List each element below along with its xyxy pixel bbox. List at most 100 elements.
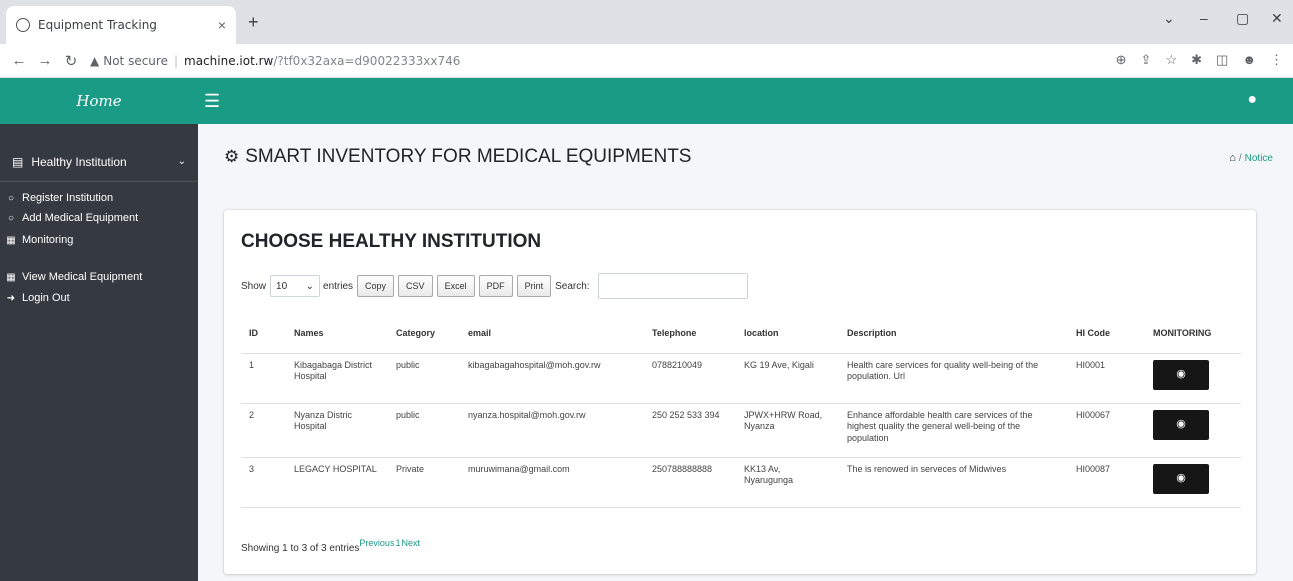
column-header-location[interactable]: location [736, 313, 839, 354]
sidebar-item-label: Monitoring [22, 234, 74, 246]
page-title: ⚙ SMART INVENTORY FOR MEDICAL EQUIPMENTS [224, 146, 691, 168]
cell-id: 1 [241, 353, 286, 404]
chevron-down-icon: ⌄ [177, 156, 186, 167]
minimize-button[interactable]: – [1200, 10, 1208, 26]
sidebar: ▤ Healthy Institution ⌄ ○ Register Insti… [0, 124, 198, 581]
excel-button[interactable]: Excel [436, 275, 475, 297]
share-icon[interactable]: ⇪ [1141, 52, 1152, 68]
user-icon[interactable]: ● [1247, 91, 1257, 109]
tab-close-button[interactable]: × [218, 17, 226, 33]
page-length-select[interactable]: 10 ⌄ [270, 275, 321, 297]
cell-id: 3 [241, 457, 286, 508]
search-input[interactable] [597, 273, 748, 299]
reload-icon[interactable]: ↻ [58, 52, 84, 70]
circle-icon: ○ [7, 212, 15, 224]
zoom-icon[interactable]: ⊕ [1116, 52, 1127, 68]
institution-table: ID Names Category email Telephone locati… [241, 313, 1241, 508]
copy-button[interactable]: Copy [357, 275, 395, 297]
cell-description: Enhance affordable health care services … [839, 403, 1068, 458]
close-window-button[interactable]: ✕ [1271, 10, 1283, 27]
column-header-monitoring[interactable]: MONITORING [1145, 313, 1241, 354]
cell-category: public [388, 353, 460, 404]
monitoring-button[interactable]: ◉ [1153, 409, 1209, 440]
table-info: Showing 1 to 3 of 3 entries [241, 543, 360, 554]
cell-name: Kibagabaga District Hospital [286, 353, 388, 404]
home-icon[interactable]: ⌂ [1229, 152, 1236, 164]
menu-icon[interactable]: ⋮ [1270, 52, 1283, 68]
column-header-description[interactable]: Description [839, 313, 1068, 354]
table-header-row: ID Names Category email Telephone locati… [241, 313, 1241, 354]
dashboard-icon: ◉ [1176, 472, 1186, 485]
cell-location: KK13 Av, Nyarugunga [736, 457, 839, 508]
tab-search-icon[interactable]: ⌄ [1163, 10, 1175, 27]
table-icon: ▦ [6, 271, 16, 283]
pdf-button[interactable]: PDF [478, 275, 513, 297]
breadcrumb-current[interactable]: Notice [1245, 153, 1273, 164]
url-separator: | [173, 54, 179, 68]
back-icon[interactable]: ← [6, 52, 32, 69]
search-label: Search: [555, 280, 590, 292]
cell-email: kibagabagahospital@moh.gov.rw [460, 353, 644, 404]
sign-out-icon: ➜ [6, 292, 16, 304]
star-icon[interactable]: ☆ [1165, 52, 1177, 68]
column-header-id[interactable]: ID [241, 313, 286, 354]
url-field[interactable]: ▲ Not secure | machine.iot.rw /?tf0x32ax… [90, 49, 1110, 73]
new-tab-button[interactable]: + [248, 12, 259, 33]
cell-description: The is renowed in serveces of Midwives [839, 457, 1068, 508]
column-header-hi-code[interactable]: HI Code [1068, 313, 1145, 354]
sidebar-item-monitoring[interactable]: ▦ Monitoring [0, 230, 198, 250]
table-footer: Showing 1 to 3 of 3 entries Previous 1 N… [241, 538, 420, 554]
cell-telephone: 0788210049 [644, 353, 736, 404]
cell-name: LEGACY HOSPITAL [286, 457, 388, 508]
cell-monitoring: ◉ [1145, 353, 1241, 404]
pagination: Previous 1 Next [359, 538, 420, 548]
pagination-next[interactable]: Next [401, 538, 420, 548]
sidebar-item-label: Register Institution [22, 192, 114, 204]
sidebar-item-add-medical-equipment[interactable]: ○ Add Medical Equipment [0, 208, 198, 228]
cell-category: Private [388, 457, 460, 508]
dashboard-icon: ◉ [1176, 418, 1186, 431]
print-button[interactable]: Print [516, 275, 552, 297]
not-secure-label: Not secure [103, 54, 168, 68]
app-header: Home ☰ ● [0, 78, 1293, 124]
page-length-value: 10 [276, 280, 288, 292]
show-label: Show [241, 280, 267, 292]
csv-button[interactable]: CSV [398, 275, 433, 297]
cell-telephone: 250788888888 [644, 457, 736, 508]
hamburger-icon[interactable]: ☰ [204, 91, 220, 112]
forward-icon[interactable]: → [32, 52, 58, 69]
sidepanel-icon[interactable]: ◫ [1216, 52, 1228, 68]
monitoring-button[interactable]: ◉ [1153, 359, 1209, 390]
column-header-telephone[interactable]: Telephone [644, 313, 736, 354]
table-controls: Show 10 ⌄ entries Copy CSV Excel PDF Pri… [241, 273, 748, 299]
dashboard-icon: ◉ [1176, 368, 1186, 381]
card-title: CHOOSE HEALTHY INSTITUTION [241, 231, 542, 252]
sidebar-item-login-out[interactable]: ➜ Login Out [0, 288, 198, 308]
cell-hi-code: HI00067 [1068, 403, 1145, 458]
cell-email: nyanza.hospital@moh.gov.rw [460, 403, 644, 458]
table-icon: ▦ [6, 234, 16, 246]
file-icon: ▤ [12, 154, 24, 169]
maximize-button[interactable]: ▢ [1236, 10, 1249, 27]
column-header-email[interactable]: email [460, 313, 644, 354]
sidebar-item-register-institution[interactable]: ○ Register Institution [0, 188, 198, 208]
sidebar-item-label: Add Medical Equipment [22, 212, 139, 224]
breadcrumb: ⌂ / Notice [1229, 152, 1273, 164]
column-header-names[interactable]: Names [286, 313, 388, 354]
browser-tab[interactable]: Equipment Tracking × [6, 6, 236, 44]
pagination-previous[interactable]: Previous [359, 538, 394, 548]
pagination-page-1[interactable]: 1 [395, 538, 400, 548]
cell-telephone: 250 252 533 394 [644, 403, 736, 458]
brand-link[interactable]: Home [0, 78, 198, 124]
table-row: 2 Nyanza Distric Hospital public nyanza.… [241, 403, 1241, 458]
sidebar-item-label: Healthy Institution [31, 154, 127, 169]
sidebar-item-healthy-institution[interactable]: ▤ Healthy Institution ⌄ [0, 142, 198, 182]
extensions-icon[interactable]: ✱ [1191, 52, 1202, 68]
column-header-category[interactable]: Category [388, 313, 460, 354]
monitoring-button[interactable]: ◉ [1153, 463, 1209, 494]
profile-icon[interactable]: ☻ [1242, 52, 1256, 68]
sidebar-item-label: Login Out [22, 292, 70, 304]
browser-toolbar-icons: ⊕ ⇪ ☆ ✱ ◫ ☻ ⋮ [1116, 52, 1283, 68]
sidebar-item-label: View Medical Equipment [22, 271, 143, 283]
sidebar-item-view-medical-equipment[interactable]: ▦ View Medical Equipment [0, 267, 198, 287]
